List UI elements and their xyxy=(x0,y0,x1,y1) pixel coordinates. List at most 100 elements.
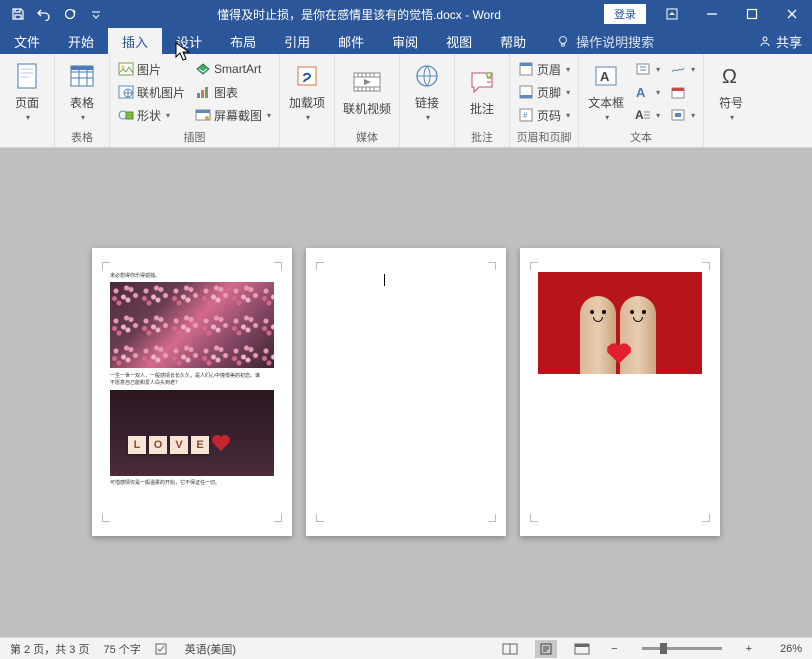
textbox-label: 文本框 xyxy=(588,94,624,111)
tab-insert[interactable]: 插入 xyxy=(108,28,162,54)
doc-text: 可惜感情仅是一般温柔的开始，它不保证任一切。 xyxy=(110,479,274,486)
header-icon xyxy=(518,62,534,76)
object-button[interactable]: ▾ xyxy=(666,104,699,126)
pictures-button[interactable]: 图片 xyxy=(114,58,189,80)
tab-file[interactable]: 文件 xyxy=(0,28,54,54)
zoom-value[interactable]: 26% xyxy=(770,643,802,655)
tab-design[interactable]: 设计 xyxy=(162,28,216,54)
footer-button[interactable]: 页脚 ▾ xyxy=(514,81,574,103)
crop-mark xyxy=(274,262,282,270)
image-fingers[interactable] xyxy=(538,272,702,374)
crop-mark xyxy=(274,514,282,522)
page-number-button[interactable]: # 页码▾ xyxy=(514,104,574,126)
group-addins: 加载项▾ xyxy=(280,54,335,147)
status-page[interactable]: 第 2 页，共 3 页 xyxy=(10,641,89,657)
group-symbols: Ω 符号 ▾ xyxy=(704,54,758,147)
svg-text:#: # xyxy=(523,111,528,120)
textbox-button[interactable]: A 文本框▾ xyxy=(583,56,629,126)
chevron-down-icon: ▾ xyxy=(566,65,570,74)
qat-customize-button[interactable] xyxy=(84,2,108,26)
tab-home[interactable]: 开始 xyxy=(54,28,108,54)
group-illustrations-label: 插图 xyxy=(114,128,275,147)
table-icon xyxy=(66,60,98,92)
shapes-label: 形状 xyxy=(137,107,161,124)
online-pictures-button[interactable]: 联机图片 xyxy=(114,81,189,103)
svg-text:A: A xyxy=(636,85,646,99)
tab-references[interactable]: 引用 xyxy=(270,28,324,54)
smartart-label: SmartArt xyxy=(214,62,261,76)
links-button[interactable]: 链接▾ xyxy=(404,56,450,126)
chevron-down-icon: ▾ xyxy=(566,88,570,97)
group-tables: 表格▾ 表格 xyxy=(55,54,110,147)
group-addins-label xyxy=(284,132,330,147)
quick-access-toolbar xyxy=(0,2,114,26)
tab-layout[interactable]: 布局 xyxy=(216,28,270,54)
tell-me-search[interactable]: 操作说明搜索 xyxy=(548,28,662,54)
smartart-button[interactable]: SmartArt xyxy=(191,58,275,80)
svg-text:A: A xyxy=(635,108,644,122)
quick-parts-button[interactable]: ▾ xyxy=(631,58,664,80)
group-links-label xyxy=(404,132,450,147)
tab-review[interactable]: 审阅 xyxy=(378,28,432,54)
pictures-label: 图片 xyxy=(137,61,161,78)
share-button[interactable]: 共享 xyxy=(758,28,802,54)
lightbulb-icon xyxy=(556,34,570,48)
symbol-label: 符号 xyxy=(719,94,743,111)
view-web-layout[interactable] xyxy=(571,640,593,658)
footer-label: 页脚 xyxy=(537,84,561,101)
status-spellcheck[interactable] xyxy=(155,642,171,656)
ribbon-options-button[interactable] xyxy=(652,0,692,28)
crop-mark xyxy=(316,514,324,522)
online-video-button[interactable]: 联机视频 xyxy=(339,56,395,126)
header-label: 页眉 xyxy=(537,61,561,78)
signature-button[interactable]: ▾ xyxy=(666,58,699,80)
minimize-button[interactable] xyxy=(692,0,732,28)
zoom-in-button[interactable]: + xyxy=(742,643,756,655)
undo-button[interactable] xyxy=(32,2,56,26)
shapes-button[interactable]: 形状▾ xyxy=(114,104,189,126)
share-icon xyxy=(758,34,772,48)
page-1[interactable]: 未必想得你乐得孤独。 一生一世一双人，一般感情长长久久，是人们心中憧憬美的初恋。… xyxy=(92,248,292,536)
group-media-label: 媒体 xyxy=(339,128,395,147)
save-button[interactable] xyxy=(6,2,30,26)
page-3[interactable] xyxy=(520,248,720,536)
status-language[interactable]: 英语(美国) xyxy=(185,641,236,657)
tab-mailings[interactable]: 邮件 xyxy=(324,28,378,54)
wordart-button[interactable]: A▾ xyxy=(631,81,664,103)
drop-cap-button[interactable]: A▾ xyxy=(631,104,664,126)
zoom-slider[interactable] xyxy=(642,647,722,650)
header-button[interactable]: 页眉 ▾ xyxy=(514,58,574,80)
crop-mark xyxy=(488,514,496,522)
table-button[interactable]: 表格▾ xyxy=(59,56,105,126)
online-pictures-label: 联机图片 xyxy=(137,84,185,101)
screenshot-button[interactable]: 屏幕截图▾ xyxy=(191,104,275,126)
view-read-mode[interactable] xyxy=(499,640,521,658)
page-2[interactable] xyxy=(306,248,506,536)
addins-button[interactable]: 加载项▾ xyxy=(284,56,330,126)
redo-button[interactable] xyxy=(58,2,82,26)
group-pages-label xyxy=(4,132,50,147)
image-flowers[interactable] xyxy=(110,282,274,368)
view-print-layout[interactable] xyxy=(535,640,557,658)
crop-mark xyxy=(530,514,538,522)
chevron-down-icon: ▾ xyxy=(730,113,734,122)
omega-icon: Ω xyxy=(715,60,747,92)
wordart-icon: A xyxy=(635,85,651,99)
comment-button[interactable]: 批注 xyxy=(459,56,505,126)
chart-button[interactable]: 图表 xyxy=(191,81,275,103)
datetime-button[interactable] xyxy=(666,81,699,103)
login-button[interactable]: 登录 xyxy=(604,4,646,24)
maximize-button[interactable] xyxy=(732,0,772,28)
chevron-down-icon: ▾ xyxy=(656,88,660,97)
ribbon-tabs: 文件 开始 插入 设计 布局 引用 邮件 审阅 视图 帮助 操作说明搜索 共享 xyxy=(0,28,812,54)
document-area[interactable]: 未必想得你乐得孤独。 一生一世一双人，一般感情长长久久，是人们心中憧憬美的初恋。… xyxy=(0,148,812,637)
symbol-button[interactable]: Ω 符号 ▾ xyxy=(708,56,754,126)
status-word-count[interactable]: 75 个字 xyxy=(103,641,140,657)
pages-button[interactable]: 页面▾ xyxy=(4,56,50,126)
image-love[interactable]: L O V E xyxy=(110,390,274,476)
close-button[interactable] xyxy=(772,0,812,28)
zoom-out-button[interactable]: − xyxy=(607,643,621,655)
tab-view[interactable]: 视图 xyxy=(432,28,486,54)
tab-help[interactable]: 帮助 xyxy=(486,28,540,54)
smartart-icon xyxy=(195,62,211,76)
